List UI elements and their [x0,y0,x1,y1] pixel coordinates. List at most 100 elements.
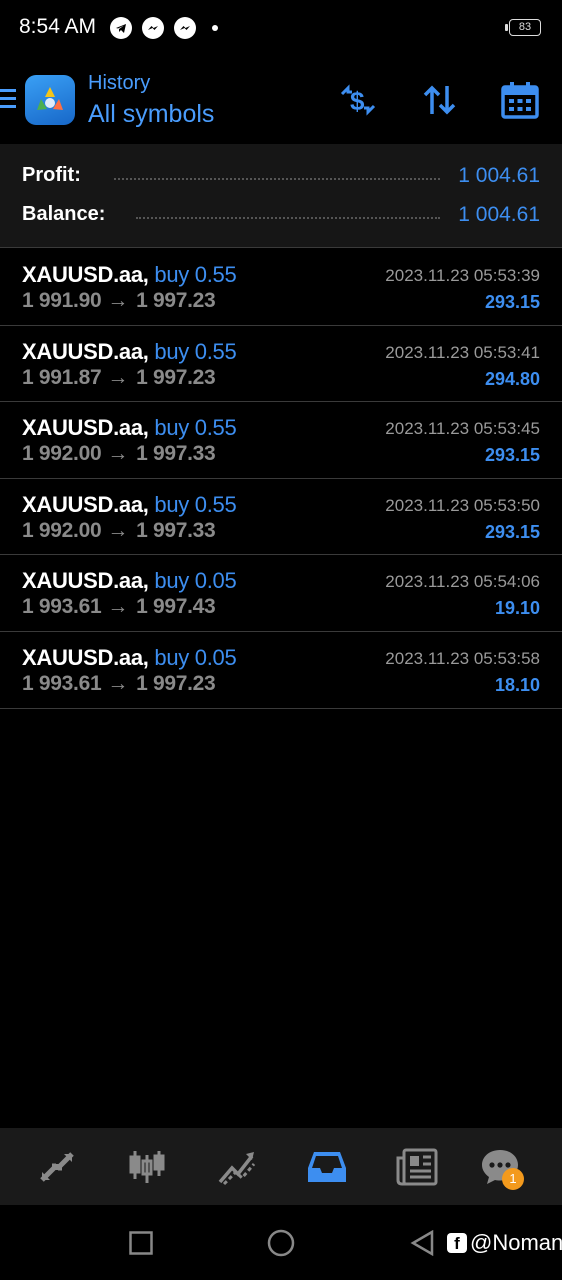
recents-button[interactable] [129,1231,153,1260]
open-price: 1 991.90 [22,289,102,312]
trade-time: 2023.11.23 05:53:45 [385,419,540,439]
arrow-icon: → [107,289,129,312]
trade-icon [218,1152,256,1186]
more-notifications-dot [212,25,218,31]
close-price: 1 997.43 [136,595,216,619]
trade-time: 2023.11.23 05:53:50 [385,495,540,515]
battery-icon: 83 [505,19,541,36]
history-icon [308,1152,346,1182]
trade-type: buy 0.55 [154,338,237,364]
trade-symbol: XAUUSD.aa, [22,568,149,594]
messenger-icon [174,17,196,39]
quotes-icon [40,1152,74,1182]
app-logo [25,75,75,125]
arrow-icon: → [107,595,129,619]
trade-profit: 293.15 [484,445,540,466]
open-price: 1 993.61 [22,671,102,695]
calendar-icon [501,82,539,119]
sort-button[interactable] [420,80,460,120]
balance-label: Balance: [22,203,112,226]
calendar-button[interactable] [500,80,540,120]
bottom-nav: 1 [0,1128,562,1205]
arrow-icon: → [107,671,129,695]
close-price: 1 997.33 [136,442,216,466]
chart-icon [129,1151,165,1183]
open-price: 1 992.00 [22,518,102,542]
back-triangle-icon [410,1229,434,1257]
balance-value: 1 004.61 [450,203,540,227]
leader-dots [136,217,440,219]
trade-time: 2023.11.23 05:53:39 [385,266,540,285]
close-price: 1 997.33 [136,518,216,542]
status-notification-icons [110,17,218,39]
open-price: 1 991.87 [22,365,102,389]
balance-row: Balance: 1 004.61 [22,203,540,231]
status-bar: 8:54 AM 83 [0,0,562,58]
watermark-text: @Noman [470,1230,562,1255]
trade-list: XAUUSD.aa, buy 0.55 1 991.90 → 1 997.23 20… [0,249,562,709]
trade-profit: 18.10 [494,674,540,695]
trade-profit: 293.15 [484,292,540,312]
home-button[interactable] [267,1229,295,1262]
trade-time: 2023.11.23 05:54:06 [385,572,540,592]
trade-profit: 294.80 [484,368,540,389]
telegram-icon [110,17,132,39]
nav-quotes[interactable] [35,1146,79,1188]
app-header: History All symbols $ [0,58,562,144]
arrow-icon: → [107,442,129,466]
nav-chat[interactable]: 1 [478,1146,524,1190]
currency-switch-icon: $ [340,84,376,116]
close-price: 1 997.23 [136,289,216,312]
square-icon [129,1231,153,1255]
nav-chart[interactable] [125,1146,169,1188]
sort-icon [423,85,456,115]
trade-profit: 19.10 [494,598,540,619]
trade-row[interactable]: XAUUSD.aa, buy 0.55 1 991.90 → 1 997.23 20… [0,249,562,326]
status-time: 8:54 AM [19,15,97,38]
trade-symbol: XAUUSD.aa, [22,262,149,287]
leader-dots [114,178,440,180]
nav-history[interactable] [305,1146,349,1188]
chat-badge: 1 [502,1168,524,1190]
trade-symbol: XAUUSD.aa, [22,338,149,364]
trade-type: buy 0.55 [154,415,237,441]
open-price: 1 993.61 [22,595,102,619]
nav-news[interactable] [395,1146,439,1188]
trade-row[interactable]: XAUUSD.aa, buy 0.55 1 991.87 → 1 997.23 20… [0,326,562,403]
close-price: 1 997.23 [136,365,216,389]
messenger-icon [142,17,164,39]
trade-symbol: XAUUSD.aa, [22,491,149,517]
close-price: 1 997.23 [136,671,216,695]
arrow-icon: → [107,518,129,542]
trade-row[interactable]: XAUUSD.aa, buy 0.05 1 993.61 → 1 997.23 20… [0,632,562,709]
trade-type: buy 0.05 [154,644,237,670]
trade-symbol: XAUUSD.aa, [22,644,149,670]
trade-type: buy 0.05 [154,568,237,594]
trade-row[interactable]: XAUUSD.aa, buy 0.05 1 993.61 → 1 997.43 20… [0,555,562,632]
menu-icon[interactable] [0,89,16,111]
open-price: 1 992.00 [22,442,102,466]
profit-value: 1 004.61 [450,164,540,188]
trade-time: 2023.11.23 05:53:58 [385,648,540,668]
profit-label: Profit: [22,164,87,187]
trade-row[interactable]: XAUUSD.aa, buy 0.55 1 992.00 → 1 997.33 20… [0,479,562,556]
nav-trade[interactable] [215,1146,259,1188]
trade-row[interactable]: XAUUSD.aa, buy 0.55 1 992.00 → 1 997.33 20… [0,402,562,479]
trade-type: buy 0.55 [154,262,237,287]
trade-profit: 293.15 [484,521,540,542]
header-title[interactable]: All symbols [88,100,214,129]
profit-row: Profit: 1 004.61 [22,164,540,192]
circle-icon [267,1229,295,1257]
news-icon [396,1148,438,1186]
header-subtitle: History [88,72,151,94]
trade-type: buy 0.55 [154,491,237,517]
trade-symbol: XAUUSD.aa, [22,415,149,441]
summary-panel: Profit: 1 004.61 Balance: 1 004.61 [0,144,562,248]
arrow-icon: → [107,365,129,389]
back-button[interactable] [410,1229,434,1261]
facebook-icon: f [447,1233,467,1253]
watermark: f @Noman [447,1230,562,1256]
currency-switch-button[interactable]: $ [338,80,378,120]
svg-text:$: $ [350,86,365,116]
trade-time: 2023.11.23 05:53:41 [385,342,540,362]
